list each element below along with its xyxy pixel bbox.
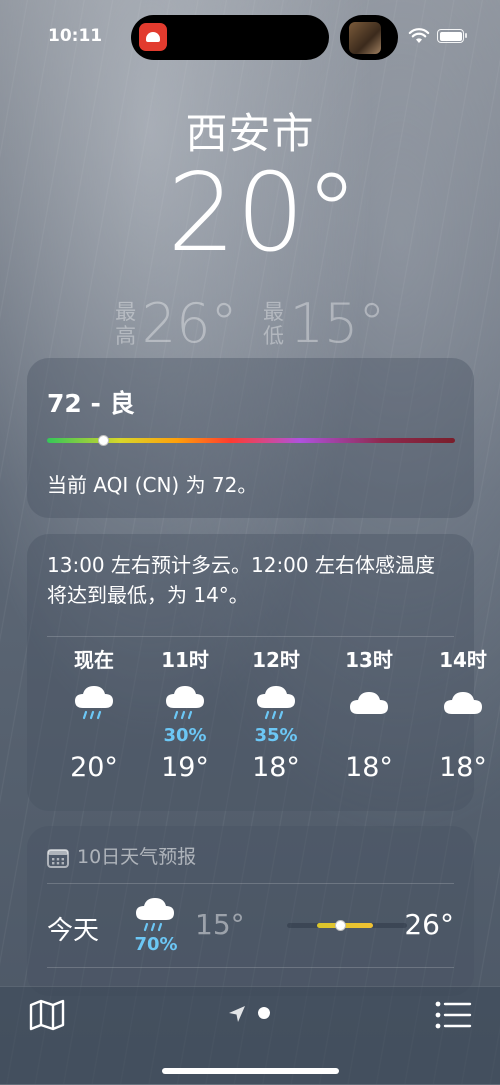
current-temperature: 20° — [167, 151, 359, 276]
aqi-description: 当前 AQI (CN) 为 72。 — [47, 473, 258, 497]
low-temp-group: 最低 15° — [263, 292, 386, 355]
ten-day-forecast-card[interactable]: 10日天气预报 今天 70% 15° 26° — [27, 826, 474, 996]
precip-chance — [48, 724, 140, 748]
page-indicator-dot[interactable] — [258, 1007, 270, 1019]
precip-chance: 70% — [134, 934, 178, 955]
current-temp-marker — [335, 920, 346, 931]
location-arrow-icon[interactable] — [228, 1005, 246, 1023]
hour-label: 现在 — [74, 648, 114, 672]
ten-day-header: 10日天气预报 — [47, 842, 196, 869]
aqi-indicator — [98, 435, 110, 446]
rain-cloud-icon — [139, 682, 231, 724]
precip-chance — [323, 724, 415, 748]
high-value: 26° — [141, 292, 238, 355]
battery-icon — [437, 29, 467, 43]
cloud-icon — [323, 682, 415, 724]
temp-range-bar — [287, 920, 407, 931]
rain-cloud-icon — [136, 898, 174, 932]
status-time: 10:11 — [48, 26, 103, 46]
hour-column: 13时 18° — [323, 646, 415, 783]
hour-column: 11时 30% 19° — [139, 646, 231, 783]
album-art-icon[interactable] — [349, 22, 381, 54]
wifi-icon — [408, 28, 430, 43]
bottom-toolbar — [0, 986, 500, 1085]
precip-chance — [417, 724, 500, 748]
day-low: 15° — [195, 908, 245, 941]
cloud-icon — [417, 682, 500, 724]
now-playing-pill[interactable] — [340, 15, 398, 60]
hour-temp: 18° — [252, 752, 300, 783]
list-icon[interactable] — [434, 1000, 472, 1030]
hour-label: 11时 — [161, 648, 209, 672]
high-low: 最高 26° 最低 15° — [0, 292, 500, 355]
day-high: 26° — [404, 908, 454, 941]
hourly-forecast-card[interactable]: 13:00 左右预计多云。12:00 左右体感温度将达到最低，为 14°。 现在… — [27, 534, 487, 811]
hour-column: 现在 20° — [48, 646, 140, 783]
aqi-title: 72 - 良 — [47, 389, 135, 418]
hour-label: 12时 — [252, 648, 300, 672]
hour-column: 14时 18° — [417, 646, 500, 783]
dynamic-island[interactable] — [131, 15, 329, 60]
live-activity-app-icon[interactable] — [139, 23, 167, 51]
calendar-icon — [47, 848, 69, 868]
hour-temp: 20° — [70, 752, 118, 783]
ten-day-title: 10日天气预报 — [77, 846, 197, 868]
home-indicator[interactable] — [162, 1068, 339, 1074]
status-bar: 10:11 — [0, 0, 500, 70]
map-icon[interactable] — [28, 999, 66, 1031]
low-label: 最低 — [263, 299, 285, 348]
hour-temp: 18° — [345, 752, 393, 783]
day-name: 今天 — [47, 916, 100, 946]
day-row-today[interactable]: 今天 70% 15° 26° — [27, 890, 474, 970]
high-temp-group: 最高 26° — [115, 292, 238, 355]
divider — [47, 967, 454, 968]
divider — [47, 883, 454, 884]
high-label: 最高 — [115, 299, 137, 348]
air-quality-card[interactable]: 72 - 良 当前 AQI (CN) 为 72。 — [27, 358, 474, 518]
hour-label: 13时 — [345, 648, 393, 672]
hourly-summary: 13:00 左右预计多云。12:00 左右体感温度将达到最低，为 14°。 — [47, 553, 435, 607]
hour-column: 12时 35% 18° — [230, 646, 322, 783]
aqi-scale-bar — [47, 435, 455, 446]
precip-chance: 30% — [163, 725, 207, 746]
low-value: 15° — [289, 292, 386, 355]
divider — [47, 636, 454, 637]
precip-chance: 35% — [254, 725, 298, 746]
hour-temp: 18° — [439, 752, 487, 783]
hour-label: 14时 — [439, 648, 487, 672]
rain-cloud-icon — [230, 682, 322, 724]
rain-cloud-icon — [48, 682, 140, 724]
hour-temp: 19° — [161, 752, 209, 783]
